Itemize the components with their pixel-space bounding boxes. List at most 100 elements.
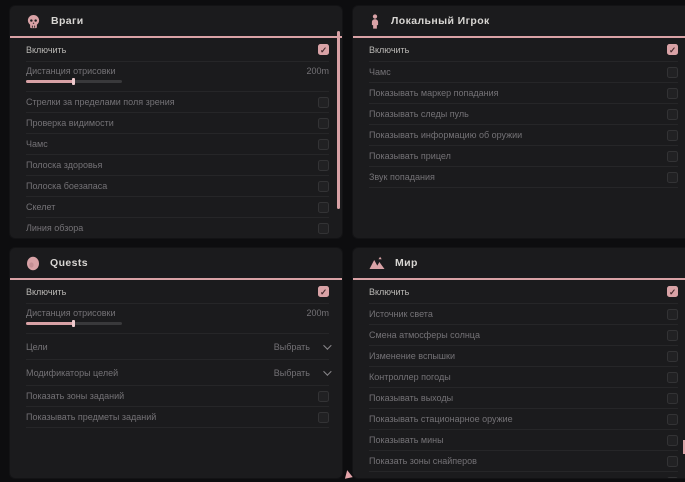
slider-fill bbox=[26, 322, 74, 325]
checkbox[interactable]: ✓ bbox=[667, 44, 678, 55]
setting-label: Включить bbox=[369, 287, 409, 297]
checkbox[interactable] bbox=[318, 97, 329, 108]
slider-value: 200m bbox=[306, 308, 329, 318]
setting-row: Скелет bbox=[26, 197, 329, 218]
dropdown-select[interactable]: Выбрать bbox=[274, 368, 329, 378]
render-distance-slider[interactable] bbox=[26, 80, 122, 83]
checkbox[interactable] bbox=[667, 67, 678, 78]
setting-row: Звук попадания bbox=[369, 167, 678, 188]
checkbox[interactable] bbox=[318, 160, 329, 171]
setting-row: Показывать стационарное оружие bbox=[369, 409, 678, 430]
setting-label: Скелет bbox=[26, 202, 55, 212]
setting-label: Показывать выходы bbox=[369, 393, 453, 403]
checkbox[interactable] bbox=[667, 88, 678, 99]
setting-label: Проверка видимости bbox=[26, 118, 114, 128]
setting-label: Показать зоны заданий bbox=[26, 391, 124, 401]
slider-thumb[interactable] bbox=[72, 78, 75, 85]
person-icon bbox=[369, 14, 381, 29]
setting-row: Показывать следы пуль bbox=[369, 104, 678, 125]
slider-setting: Дистанция отрисовки200m bbox=[26, 304, 329, 334]
setting-row: Чамс bbox=[369, 62, 678, 83]
slider-thumb[interactable] bbox=[72, 320, 75, 327]
checkbox[interactable] bbox=[318, 223, 329, 234]
setting-label: Показывать маркер попадания bbox=[369, 88, 499, 98]
panel-world-rows: Включить ✓ Источник света Смена атмосферы с… bbox=[353, 280, 685, 478]
checkbox[interactable] bbox=[667, 109, 678, 120]
render-distance-slider[interactable] bbox=[26, 322, 122, 325]
panel-enemies-header: Враги bbox=[10, 6, 342, 36]
setting-label: Показывать стационарное оружие bbox=[369, 414, 513, 424]
checkbox[interactable] bbox=[667, 435, 678, 446]
checkbox[interactable] bbox=[667, 330, 678, 341]
setting-row: Полоска здоровья bbox=[26, 155, 329, 176]
checkbox[interactable] bbox=[667, 477, 678, 479]
chevron-down-icon bbox=[323, 367, 331, 375]
setting-row: Включить ✓ bbox=[369, 280, 678, 304]
dropdown-select[interactable]: Выбрать bbox=[274, 342, 329, 352]
slider-label: Дистанция отрисовки bbox=[26, 66, 116, 76]
setting-row: Линия обзора bbox=[26, 218, 329, 238]
setting-row: Показывать предметы заданий bbox=[26, 407, 329, 428]
setting-row: Показывать мины bbox=[369, 430, 678, 451]
checkbox[interactable] bbox=[318, 118, 329, 129]
panel-enemies-rows: Включить ✓ Дистанция отрисовки 200m Стрелки … bbox=[10, 38, 342, 238]
checkbox[interactable] bbox=[667, 351, 678, 362]
panel-quests-rows: Включить ✓ Дистанция отрисовки200m Цели Выбр… bbox=[10, 280, 342, 428]
setting-row: Показывать прицел bbox=[369, 146, 678, 167]
checkbox[interactable]: ✓ bbox=[667, 286, 678, 297]
checkbox[interactable] bbox=[318, 139, 329, 150]
checkbox[interactable] bbox=[667, 414, 678, 425]
dropdown-label: Цели bbox=[26, 342, 48, 352]
panel-local-player-rows: Включить✓Чамс Показывать маркер попадания… bbox=[353, 38, 685, 188]
setting-label: Показать зоны снайперов bbox=[369, 456, 477, 466]
panel-title: Враги bbox=[51, 15, 84, 27]
scrollbar-thumb[interactable] bbox=[337, 31, 340, 209]
mountains-icon bbox=[369, 256, 385, 270]
checkbox[interactable] bbox=[667, 151, 678, 162]
setting-row: Проверка видимости bbox=[26, 113, 329, 134]
panel-world: Мир Включить✓Источник светаСмена атмосфе… bbox=[353, 248, 685, 478]
setting-row: Источник света bbox=[369, 304, 678, 325]
setting-label: Показывать следы пуль bbox=[369, 109, 469, 119]
setting-row: Чамс bbox=[26, 134, 329, 155]
checkbox[interactable] bbox=[667, 372, 678, 383]
setting-label: Чамс bbox=[26, 139, 48, 149]
setting-row: Смена атмосферы солнца bbox=[369, 325, 678, 346]
setting-row: Показывать выходы bbox=[369, 388, 678, 409]
setting-label: Звук попадания bbox=[369, 172, 435, 182]
checkbox[interactable] bbox=[667, 456, 678, 467]
checkbox[interactable]: ✓ bbox=[318, 44, 329, 55]
checkbox[interactable] bbox=[318, 412, 329, 423]
setting-row: Включить✓ bbox=[369, 38, 678, 62]
setting-label: Включить bbox=[26, 287, 66, 297]
setting-row: Стрелки за пределами поля зрения bbox=[26, 92, 329, 113]
checkbox[interactable] bbox=[318, 181, 329, 192]
setting-label: Показать точки выхода bbox=[369, 477, 465, 478]
slider-label-row: Дистанция отрисовки 200m bbox=[26, 66, 329, 76]
checkbox[interactable] bbox=[667, 309, 678, 320]
checkbox[interactable] bbox=[667, 393, 678, 404]
slider-value: 200m bbox=[306, 66, 329, 76]
slider-fill bbox=[26, 80, 74, 83]
setting-row: Показать зоны снайперов bbox=[369, 451, 678, 472]
setting-label: Источник света bbox=[369, 309, 433, 319]
dropdown-row: Модификаторы целей Выбрать bbox=[26, 360, 329, 386]
dropdown-label: Модификаторы целей bbox=[26, 368, 118, 378]
setting-row: Показать зоны заданий bbox=[26, 386, 329, 407]
setting-label: Стрелки за пределами поля зрения bbox=[26, 97, 175, 107]
setting-row: Изменение вспышки bbox=[369, 346, 678, 367]
setting-row: Контроллер погоды bbox=[369, 367, 678, 388]
panel-title: Локальный Игрок bbox=[391, 15, 490, 27]
checkbox[interactable] bbox=[318, 202, 329, 213]
checkbox[interactable]: ✓ bbox=[318, 286, 329, 297]
slider-label-row: Дистанция отрисовки200m bbox=[26, 308, 329, 318]
panel-title: Quests bbox=[50, 257, 88, 269]
cursor-pointer bbox=[343, 469, 352, 478]
setting-row: Показывать маркер попадания bbox=[369, 83, 678, 104]
setting-label: Включить bbox=[26, 45, 66, 55]
checkbox[interactable] bbox=[318, 391, 329, 402]
checkbox[interactable] bbox=[667, 172, 678, 183]
slider-setting: Дистанция отрисовки 200m bbox=[26, 62, 329, 92]
checkbox[interactable] bbox=[667, 130, 678, 141]
chevron-down-icon bbox=[323, 341, 331, 349]
